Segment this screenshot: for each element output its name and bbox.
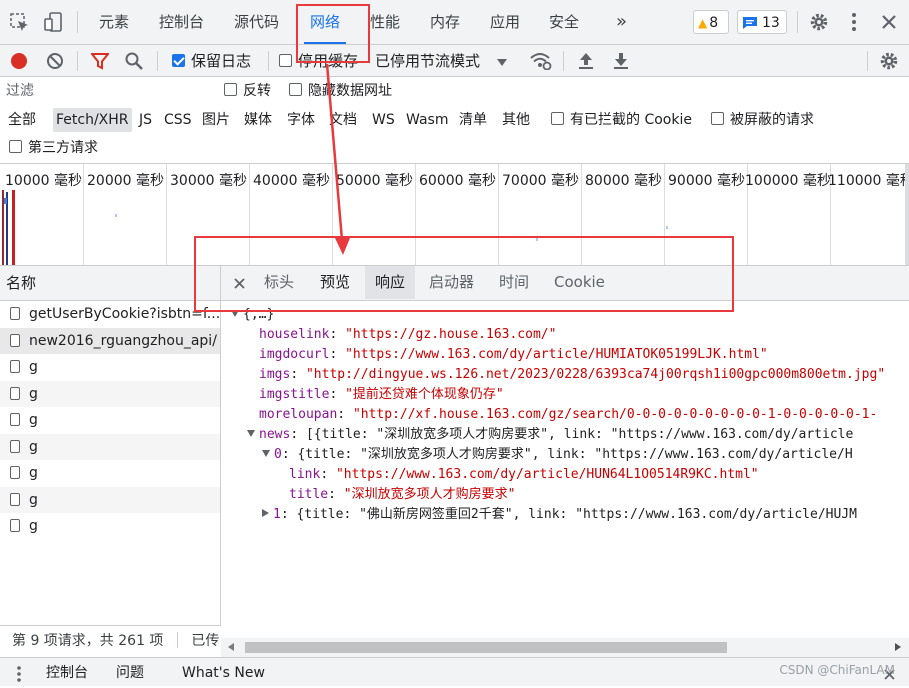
annotation-arrow-icon — [325, 63, 350, 255]
watermark: CSDN @ChiFanLAM — [779, 663, 895, 677]
